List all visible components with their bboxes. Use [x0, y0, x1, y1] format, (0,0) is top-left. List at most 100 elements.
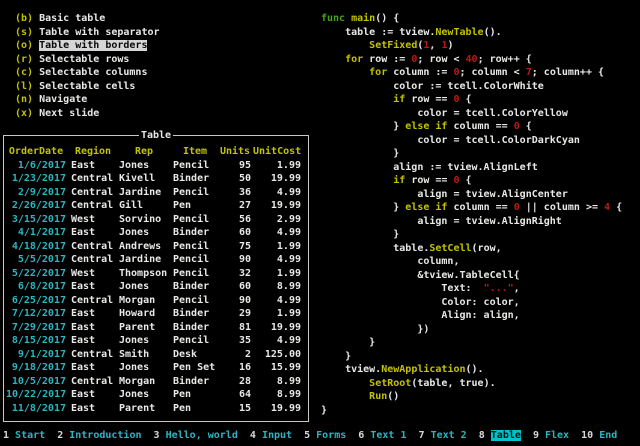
code-token: } — [321, 121, 405, 132]
table-cell: Central — [71, 294, 115, 308]
slide-tab-flex[interactable]: 9 Flex — [533, 430, 569, 441]
menu-item-basic-table[interactable]: (b) Basic table — [15, 12, 160, 26]
code-token: { — [460, 94, 472, 105]
table-cell: 4/1/2017 — [6, 226, 66, 240]
code-line: } — [321, 404, 622, 418]
table-cell: 3/15/2017 — [6, 213, 66, 227]
table-cell: Jones — [119, 388, 169, 402]
table-cell: Andrews — [119, 240, 169, 254]
menu-item-key: (r) — [15, 54, 39, 65]
column-header: Region — [71, 145, 115, 159]
table-cell: Howard — [119, 307, 169, 321]
slide-tab-text-1[interactable]: 6 Text 1 — [358, 430, 406, 441]
menu-item-selectable-cells[interactable]: (l) Selectable cells — [15, 80, 160, 94]
table-cell: Pen — [173, 199, 217, 213]
table-cell: 64 — [219, 388, 251, 402]
table-cell: Morgan — [119, 294, 169, 308]
slide-tab-input[interactable]: 4 Input — [250, 430, 292, 441]
code-token: else if — [405, 121, 453, 132]
table-cell: Central — [71, 240, 115, 254]
table-cell: Smith — [119, 348, 169, 362]
slide-tab-forms[interactable]: 5 Forms — [304, 430, 346, 441]
table-cell: 6/25/2017 — [6, 294, 66, 308]
slide-number: 1 — [3, 430, 15, 441]
code-token: (row, — [472, 243, 502, 254]
code-token: if — [393, 175, 411, 186]
code-token: } — [321, 148, 399, 159]
table-cell: 90 — [219, 253, 251, 267]
slide-tab-hello-world[interactable]: 3 Hello, world — [154, 430, 238, 441]
table-cell: Sorvino — [119, 213, 169, 227]
menu-item-label: Table with borders — [39, 40, 147, 51]
slide-number: 5 — [304, 430, 316, 441]
code-line: for row := 0; row < 40; row++ { — [321, 53, 622, 67]
code-line: if row == 0 { — [321, 93, 622, 107]
table-cell: 4/18/2017 — [6, 240, 66, 254]
table-row: 4/18/2017CentralAndrewsPencil751.99 — [4, 240, 308, 254]
menu-item-label: Basic table — [39, 13, 105, 24]
slide-tab-start[interactable]: 1 Start — [3, 430, 45, 441]
code-token: color := tcell.ColorWhite — [321, 81, 544, 92]
table-row: 1/23/2017CentralKivellBinder5019.99 — [4, 172, 308, 186]
table-cell: 5/5/2017 — [6, 253, 66, 267]
table-cell: Jardine — [119, 186, 169, 200]
code-token: } — [321, 405, 327, 416]
code-token: , — [429, 40, 441, 51]
table-row: 5/22/2017WestThompsonPencil321.99 — [4, 267, 308, 281]
code-token: 40 — [466, 54, 478, 65]
code-line: for column := 0; column < 7; column++ { — [321, 66, 622, 80]
table-row: 8/15/2017EastJonesPencil354.99 — [4, 334, 308, 348]
slide-label: Table — [491, 430, 521, 441]
table-cell: 81 — [219, 321, 251, 335]
slide-tab-text-2[interactable]: 7 Text 2 — [419, 430, 467, 441]
slide-number: 8 — [479, 430, 491, 441]
table-row: 11/8/2017EastParentPen1519.99 — [4, 402, 308, 416]
table-cell: Jones — [119, 280, 169, 294]
menu-item-key: (l) — [15, 81, 39, 92]
menu-item-label: Table with separator — [39, 27, 159, 38]
code-token: () { — [375, 13, 399, 24]
slide-label: Hello, world — [166, 430, 238, 441]
menu-item-label: Selectable rows — [39, 54, 129, 65]
table-cell: 36 — [219, 186, 251, 200]
table-cell: West — [71, 213, 115, 227]
code-token — [321, 391, 369, 402]
table-cell: Central — [71, 199, 115, 213]
table-cell: Pencil — [173, 240, 217, 254]
table-cell: East — [71, 321, 115, 335]
slide-tab-table[interactable]: 8 Table — [479, 430, 521, 441]
code-token: () — [387, 391, 399, 402]
table-cell: Thompson — [119, 267, 169, 281]
slide-tab-end[interactable]: 10 End — [581, 430, 617, 441]
slide-number: 2 — [57, 430, 69, 441]
table-cell: 60 — [219, 280, 251, 294]
code-token: SetRoot — [369, 378, 411, 389]
menu-item-table-with-separator[interactable]: (s) Table with separator — [15, 26, 160, 40]
table-cell: 1.99 — [253, 267, 301, 281]
code-token: } — [321, 229, 399, 240]
slide-menu: (b) Basic table(s) Table with separator(… — [15, 12, 160, 120]
slide-label: Text 2 — [431, 430, 467, 441]
slide-tab-introduction[interactable]: 2 Introduction — [57, 430, 141, 441]
code-line: table.SetCell(row, — [321, 242, 622, 256]
table-row: 7/29/2017EastParentBinder8119.99 — [4, 321, 308, 335]
code-token: tview. — [321, 364, 381, 375]
menu-item-navigate[interactable]: (n) Navigate — [15, 93, 160, 107]
menu-item-label: Selectable cells — [39, 81, 135, 92]
menu-item-selectable-columns[interactable]: (c) Selectable columns — [15, 66, 160, 80]
table-cell: 125.00 — [253, 348, 301, 362]
code-token: ; row++ { — [478, 54, 532, 65]
menu-item-selectable-rows[interactable]: (r) Selectable rows — [15, 53, 160, 67]
code-token: ; column < — [460, 67, 526, 78]
table-cell: Jardine — [119, 253, 169, 267]
menu-item-table-with-borders[interactable]: (o) Table with borders — [15, 39, 160, 53]
table-cell: Pencil — [173, 267, 217, 281]
table-cell: 9/18/2017 — [6, 361, 66, 375]
table-cell: 19.99 — [253, 199, 301, 213]
table-row: 10/5/2017CentralMorganBinder288.99 — [4, 375, 308, 389]
table-cell: Gill — [119, 199, 169, 213]
code-token — [321, 40, 369, 51]
menu-item-next-slide[interactable]: (x) Next slide — [15, 107, 160, 121]
code-line: align := tview.AlignLeft — [321, 161, 622, 175]
slide-label: Text 1 — [370, 430, 406, 441]
